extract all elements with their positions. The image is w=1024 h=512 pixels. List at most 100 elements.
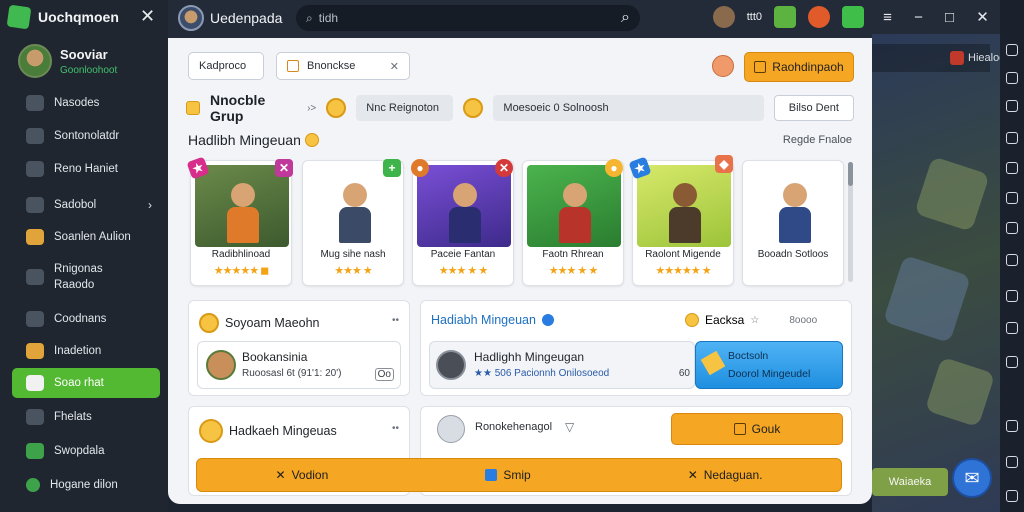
maximize-icon[interactable]: □: [945, 9, 954, 26]
sidebar-item-inadetion[interactable]: Inadetion: [12, 336, 160, 366]
fox-icon[interactable]: [808, 6, 830, 28]
topbar-avatar[interactable]: [178, 5, 204, 31]
close-icon: ✕: [687, 468, 698, 482]
primary-button[interactable]: Raohdinpaoh: [744, 52, 854, 82]
rail-keyboard-icon[interactable]: [1006, 222, 1018, 234]
diamond-icon: ▽: [565, 420, 575, 434]
chip-label: Kadproco: [199, 60, 247, 72]
sidebar-item-soanlen-aulion[interactable]: Soanlen Aulion: [12, 222, 160, 252]
smiley-coin-icon: [199, 419, 223, 443]
brand[interactable]: Uochqmoen: [6, 4, 119, 30]
row-tag[interactable]: Oo: [374, 368, 394, 381]
character-card[interactable]: ● ✕ Paceie Fantan ★★★ ★ ★: [411, 159, 514, 286]
close-badge-icon[interactable]: ✕: [275, 159, 293, 177]
tile-title: Boctsoln: [728, 350, 769, 362]
group-button[interactable]: Bilso Dent: [773, 95, 854, 121]
rail-more-icon[interactable]: [1006, 420, 1018, 432]
rail-window-icon[interactable]: [1006, 100, 1018, 112]
green-app-icon[interactable]: [842, 6, 864, 28]
profile-name: Sooviar: [60, 46, 108, 62]
rail-shake-icon[interactable]: [1006, 290, 1018, 302]
minimize-icon[interactable]: −: [914, 9, 923, 26]
gouk-button[interactable]: Gouk: [671, 413, 843, 445]
coin-badge-icon: ●: [605, 159, 623, 177]
profile[interactable]: Sooviar Goonloohoot: [18, 44, 117, 78]
pencil-icon: [700, 350, 726, 376]
character-figure: [225, 183, 261, 243]
sidebar-item-swopdala[interactable]: Swopdala: [12, 436, 160, 466]
scrollbar-thumb[interactable]: [848, 162, 853, 186]
close-window-icon[interactable]: ✕: [976, 8, 989, 26]
sidebar-item-fhelats[interactable]: Fhelats: [12, 402, 160, 432]
group-icon: [26, 443, 44, 459]
right-sub: ☆: [750, 314, 760, 326]
cards-scrollbar[interactable]: [848, 162, 853, 282]
rail-back-icon[interactable]: [1006, 456, 1018, 468]
sidebar-item-nasodes[interactable]: Nasodes: [12, 88, 160, 118]
sidebar-item-hogane-dilon[interactable]: Hogane dilon: [12, 470, 160, 500]
sidebar-item-reno-haniet[interactable]: Reno Haniet: [12, 154, 160, 184]
search-input[interactable]: ⌕ tidh ⌕: [296, 5, 640, 31]
action-label: Vodion: [291, 468, 329, 482]
group-pill-solnoosh[interactable]: Moesoeic 0 Solnoosh: [493, 95, 764, 121]
box-row[interactable]: Bookansinia Ruoosasl 6t (91'1: 20') Oo: [197, 341, 401, 389]
section-title-text: Hadlibh Mingeuan: [188, 132, 301, 148]
group-pill-reignoton[interactable]: Nnc Reignoton: [356, 95, 454, 121]
coin-icon: [685, 313, 699, 327]
action-smip[interactable]: Smip: [485, 468, 531, 482]
sidebar-item-sontonolatdr[interactable]: Sontonolatdr: [12, 121, 160, 151]
rail-home-icon[interactable]: [1006, 490, 1018, 502]
rail-record-icon[interactable]: [1006, 162, 1018, 174]
row-title: Hadlighh Mingeugan: [474, 350, 585, 364]
emoji-icon[interactable]: [712, 55, 734, 77]
box-title: Soyoam Maeohn: [199, 313, 320, 333]
player-avatar-icon[interactable]: [712, 6, 735, 28]
sidebar-item-label: Soao rhat: [54, 377, 104, 389]
sidebar-item-label: Hogane dilon: [50, 479, 118, 491]
menu-icon[interactable]: ≡: [883, 9, 892, 26]
action-vodion[interactable]: ✕ Vodion: [276, 468, 329, 482]
close-badge-icon[interactable]: ✕: [495, 159, 513, 177]
rail-location-icon[interactable]: [1006, 254, 1018, 266]
sidebar-item-rnigonas[interactable]: Rnigonas Raaodo: [12, 256, 160, 298]
more-icon[interactable]: ••: [392, 423, 399, 434]
rail-settings-icon[interactable]: [1006, 44, 1018, 56]
sidebar-item-coodnans[interactable]: Coodnans: [12, 304, 160, 334]
sidebar-item-label: Soanlen Aulion: [54, 231, 131, 243]
more-icon[interactable]: ••: [392, 315, 399, 326]
tool-icon: [26, 343, 44, 359]
rail-grid-icon[interactable]: [1006, 72, 1018, 84]
character-figure: [777, 183, 813, 243]
chip-kadproco[interactable]: Kadproco: [188, 52, 264, 80]
add-badge-icon[interactable]: +: [383, 159, 401, 177]
sidebar-item-sadobol[interactable]: Sadobol ›: [12, 190, 160, 220]
chat-fab-icon[interactable]: ✉: [952, 458, 992, 498]
coin-icon: [326, 98, 347, 118]
sidebar-close-icon[interactable]: ✕: [140, 6, 155, 27]
folder-icon: [287, 60, 299, 72]
see-all-link[interactable]: Regde Fnaloe: [783, 134, 852, 146]
action-nedaguan[interactable]: ✕ Nedaguan.: [688, 468, 763, 482]
character-card[interactable]: Booadn Sotloos: [742, 160, 844, 286]
character-card[interactable]: ● Faotn Rhrean ★★★ ★ ★: [522, 159, 624, 286]
background-tile: [914, 156, 990, 232]
character-card[interactable]: ★ ✕ Radibhlinoad ★★★★★ ◼: [186, 156, 293, 286]
sidebar-item-soao-rhat[interactable]: Soao rhat: [12, 368, 160, 398]
info-icon[interactable]: [541, 314, 554, 326]
box-title-text: Soyoam Maeohn: [225, 316, 320, 330]
rail-volume-icon[interactable]: [1006, 192, 1018, 204]
rail-screenshot-icon[interactable]: [1006, 132, 1018, 144]
chip-bnonckse[interactable]: Bnonckse ✕: [276, 52, 410, 80]
character-card[interactable]: ★ ◆ Raolont Migende ★★★★★ ★: [628, 155, 734, 286]
background-tag-button[interactable]: Waiaeka: [872, 468, 948, 496]
sidebar-item-label: Coodnans: [54, 313, 107, 325]
tools-icon[interactable]: ✕: [390, 60, 399, 73]
rail-rotate-icon[interactable]: [1006, 322, 1018, 334]
blue-promo-tile[interactable]: Boctsoln Doorol Mingeudel: [695, 341, 843, 389]
gift-icon[interactable]: [774, 6, 796, 28]
search-icon[interactable]: ⌕: [621, 9, 630, 27]
character-card[interactable]: + Mug sihe nash ★★★ ★: [302, 159, 404, 286]
box-row[interactable]: Hadlighh Mingeugan ★★ 506 Pacionnh Onilo…: [429, 341, 695, 389]
rail-folder-icon[interactable]: [1006, 356, 1018, 368]
brand-name: Uochqmoen: [38, 9, 119, 25]
